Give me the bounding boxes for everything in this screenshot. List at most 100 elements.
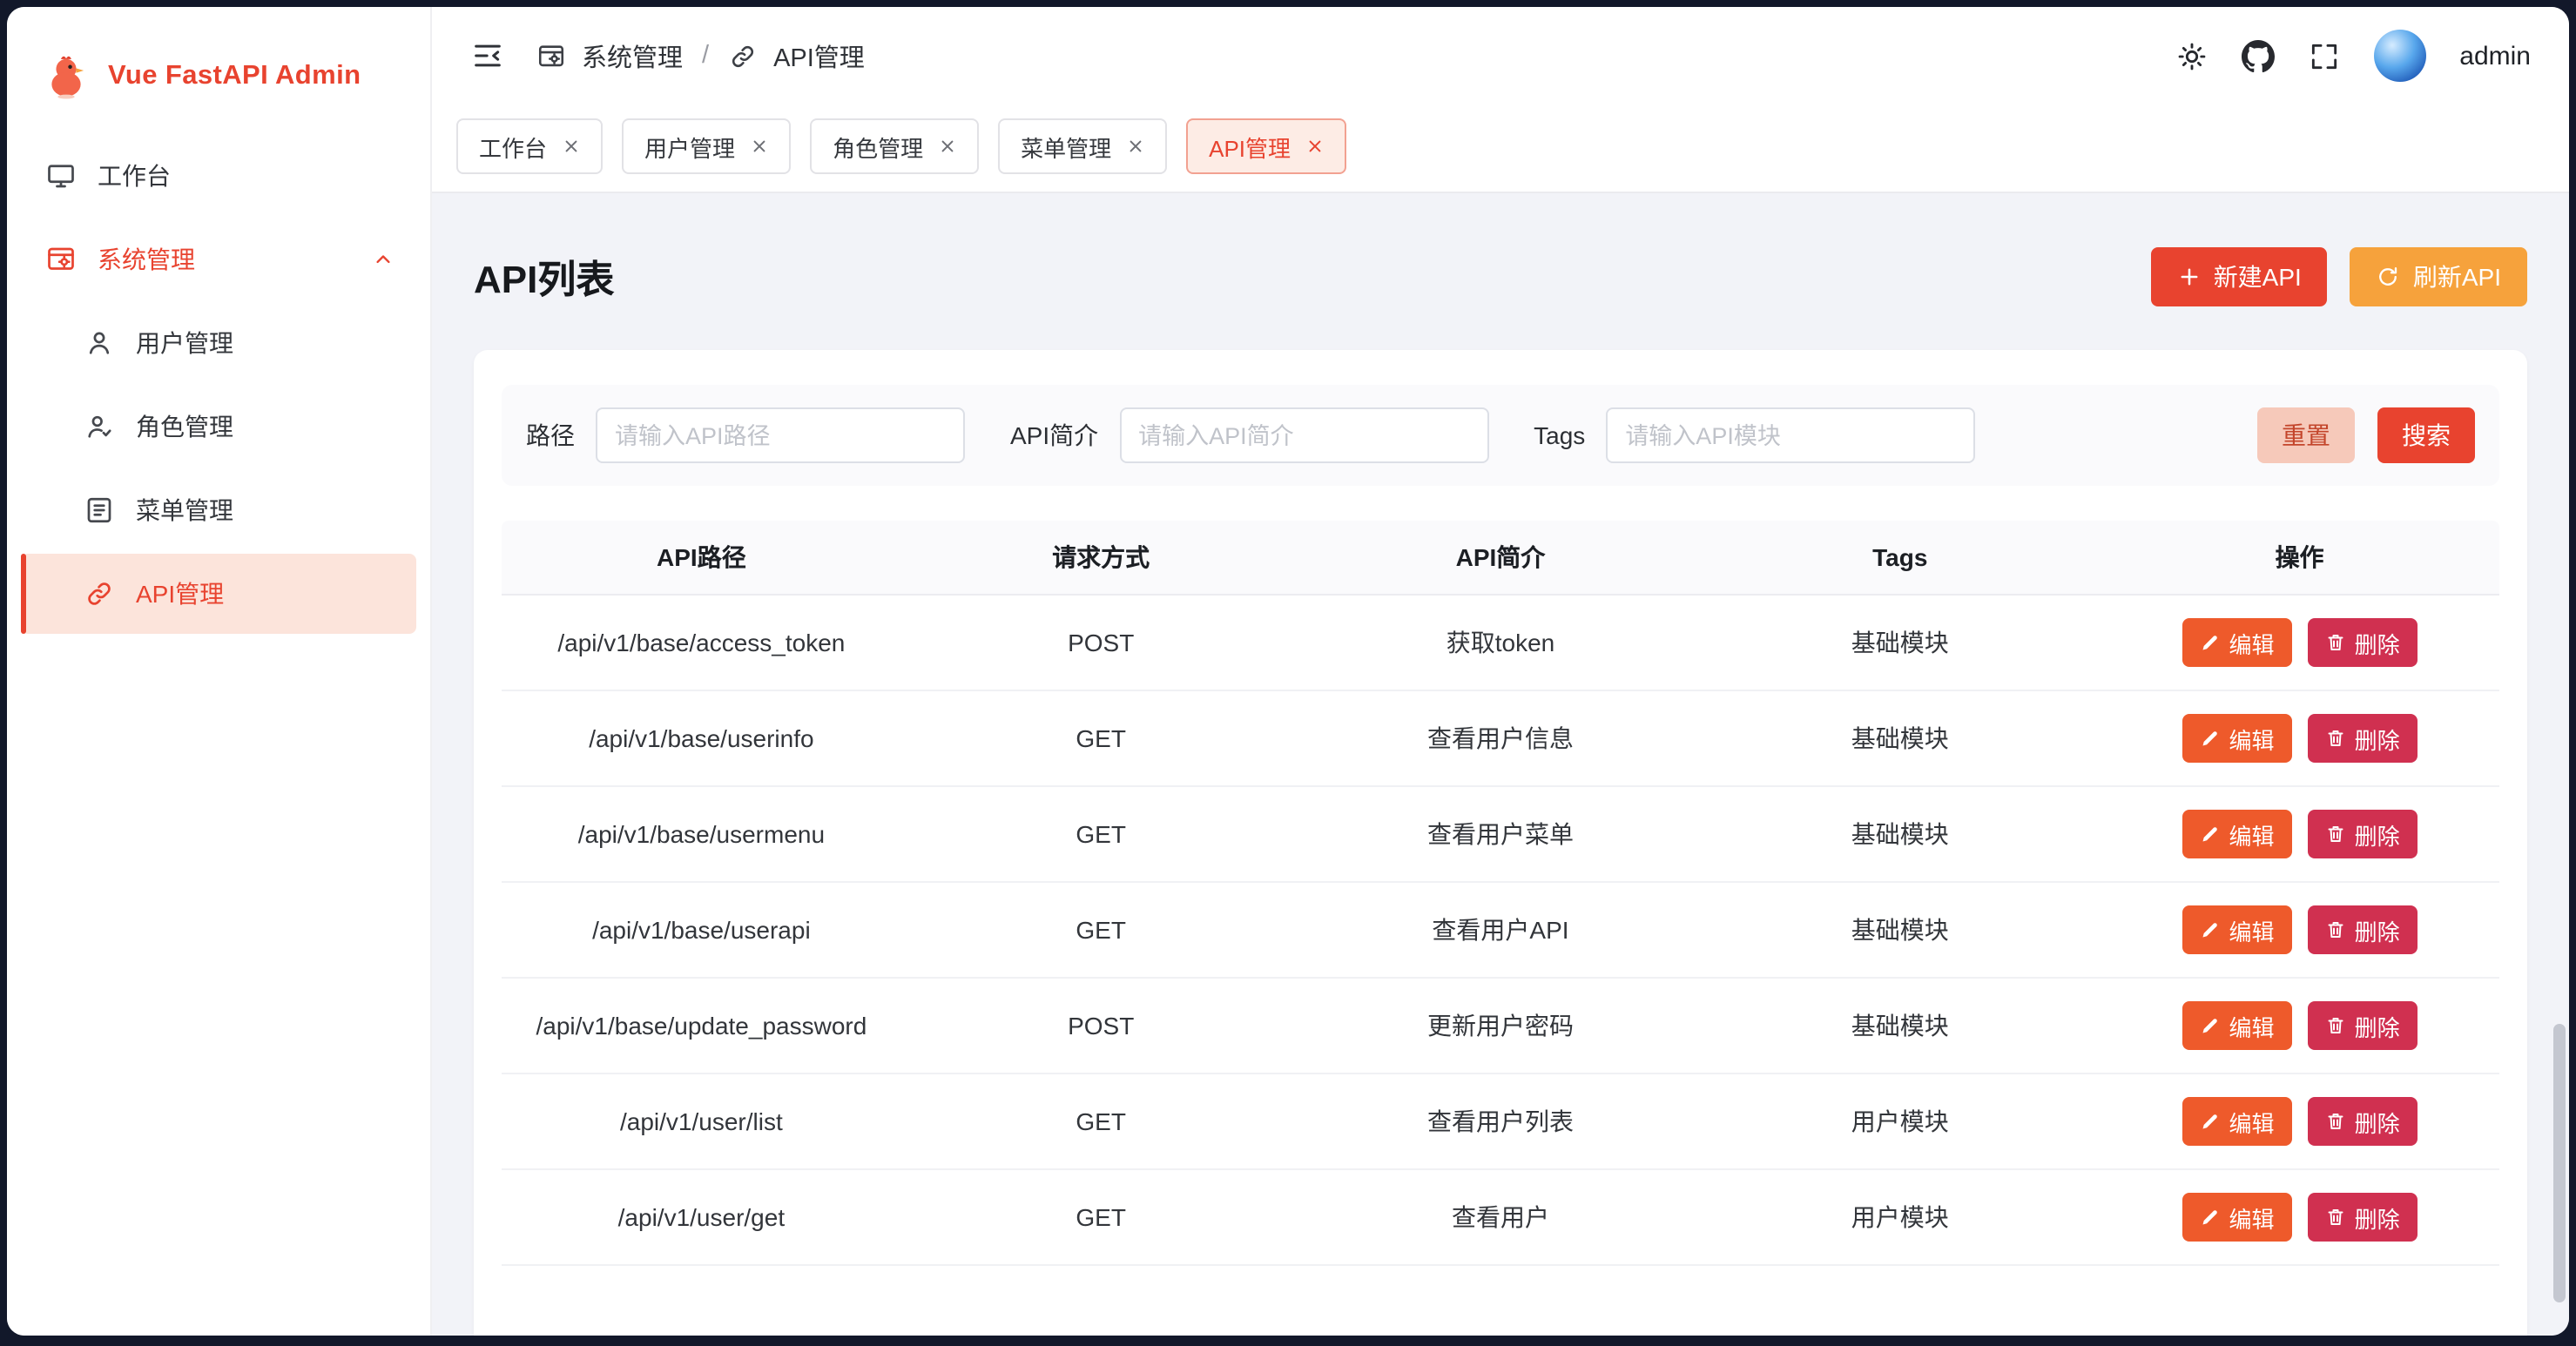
close-icon[interactable] <box>939 138 956 155</box>
tab-menus[interactable]: 菜单管理 <box>998 118 1167 174</box>
brand: Vue FastAPI Admin <box>7 21 430 132</box>
username: admin <box>2459 41 2531 71</box>
summary-cell: 获取token <box>1301 625 1701 660</box>
topbar: 系统管理 / API管理 <box>432 7 2569 104</box>
trash-icon <box>2325 919 2346 940</box>
table-row: /api/v1/user/list GET 查看用户列表 用户模块 编辑 <box>502 1074 2499 1170</box>
close-icon[interactable] <box>751 138 768 155</box>
path-input[interactable] <box>596 407 965 463</box>
refresh-api-button[interactable]: 刷新API <box>2350 247 2527 306</box>
trash-icon <box>2325 728 2346 749</box>
breadcrumb-parent[interactable]: 系统管理 <box>582 37 683 74</box>
edit-button[interactable]: 编辑 <box>2182 714 2292 763</box>
filter-summary: API简介 <box>1010 407 1488 463</box>
tags-cell: 基础模块 <box>1700 1008 2100 1043</box>
breadcrumb-separator: / <box>702 42 709 70</box>
sidebar-item-workbench[interactable]: 工作台 <box>21 136 416 216</box>
edit-label: 编辑 <box>2229 1201 2275 1234</box>
sidebar-item-label: 工作台 <box>98 158 171 193</box>
delete-button[interactable]: 删除 <box>2308 810 2418 858</box>
edit-button[interactable]: 编辑 <box>2182 1193 2292 1242</box>
delete-button[interactable]: 删除 <box>2308 618 2418 667</box>
avatar[interactable] <box>2374 30 2426 82</box>
search-button[interactable]: 搜索 <box>2377 407 2475 463</box>
sidebar-item-label: 系统管理 <box>98 242 195 277</box>
tags-cell: 用户模块 <box>1700 1104 2100 1139</box>
edit-label: 编辑 <box>2229 913 2275 946</box>
sidebar-item-api[interactable]: API管理 <box>21 554 416 634</box>
sidebar-item-system[interactable]: 系统管理 <box>21 219 416 299</box>
tab-label: API管理 <box>1209 130 1291 163</box>
theme-sun-icon[interactable] <box>2175 39 2208 72</box>
pencil-icon <box>2200 824 2221 845</box>
summary-label: API简介 <box>1010 418 1098 453</box>
close-icon[interactable] <box>1306 138 1324 155</box>
edit-button[interactable]: 编辑 <box>2182 810 2292 858</box>
delete-button[interactable]: 删除 <box>2308 905 2418 954</box>
row-actions: 编辑 删除 <box>2100 905 2499 954</box>
main-content: API列表 新建API <box>432 193 2569 1336</box>
sidebar-item-roles[interactable]: 角色管理 <box>21 387 416 467</box>
sidebar: Vue FastAPI Admin 工作台 <box>7 7 432 1336</box>
row-actions: 编辑 删除 <box>2100 1001 2499 1050</box>
api-table: API路径 请求方式 API简介 Tags 操作 /api/v1/base/ac… <box>502 521 2499 1266</box>
screen: Vue FastAPI Admin 工作台 <box>0 0 2576 1346</box>
delete-button[interactable]: 删除 <box>2308 1193 2418 1242</box>
filter-tags: Tags <box>1534 407 1975 463</box>
sidebar-menu: 工作台 系统管理 <box>7 132 430 641</box>
github-icon[interactable] <box>2242 39 2275 72</box>
sidebar-item-users[interactable]: 用户管理 <box>21 303 416 383</box>
tags-cell: 基础模块 <box>1700 625 2100 660</box>
tab-api[interactable]: API管理 <box>1186 118 1346 174</box>
sidebar-item-label: 菜单管理 <box>136 493 233 528</box>
fullscreen-icon[interactable] <box>2308 39 2341 72</box>
summary-input[interactable] <box>1119 407 1488 463</box>
chevron-up-icon <box>371 247 395 272</box>
row-actions: 编辑 删除 <box>2100 1193 2499 1242</box>
summary-cell: 查看用户菜单 <box>1301 817 1701 851</box>
edit-button[interactable]: 编辑 <box>2182 1097 2292 1146</box>
api-path-cell: /api/v1/base/usermenu <box>502 820 901 848</box>
edit-button[interactable]: 编辑 <box>2182 1001 2292 1050</box>
edit-button[interactable]: 编辑 <box>2182 618 2292 667</box>
create-api-button[interactable]: 新建API <box>2151 247 2328 306</box>
delete-label: 删除 <box>2355 913 2400 946</box>
delete-button[interactable]: 删除 <box>2308 1001 2418 1050</box>
table-row: /api/v1/base/update_password POST 更新用户密码… <box>502 979 2499 1074</box>
sidebar-item-label: 用户管理 <box>136 326 233 360</box>
edit-label: 编辑 <box>2229 818 2275 851</box>
row-actions: 编辑 删除 <box>2100 1097 2499 1146</box>
summary-cell: 查看用户列表 <box>1301 1104 1701 1139</box>
topbar-actions: admin <box>2175 30 2531 82</box>
close-icon[interactable] <box>1127 138 1144 155</box>
tab-users[interactable]: 用户管理 <box>622 118 791 174</box>
app-window: Vue FastAPI Admin 工作台 <box>7 7 2569 1336</box>
tags-input[interactable] <box>1606 407 1975 463</box>
sidebar-fold-icon[interactable] <box>470 38 505 73</box>
breadcrumb-current[interactable]: API管理 <box>773 37 865 74</box>
breadcrumb: 系统管理 / API管理 <box>536 37 865 74</box>
delete-label: 删除 <box>2355 626 2400 659</box>
monitor-icon <box>45 160 77 192</box>
tab-label: 工作台 <box>479 130 547 163</box>
trash-icon <box>2325 632 2346 653</box>
tab-roles[interactable]: 角色管理 <box>810 118 979 174</box>
delete-button[interactable]: 删除 <box>2308 1097 2418 1146</box>
tab-workbench[interactable]: 工作台 <box>456 118 603 174</box>
api-path-cell: /api/v1/base/userinfo <box>502 724 901 752</box>
edit-button[interactable]: 编辑 <box>2182 905 2292 954</box>
api-path-cell: /api/v1/user/list <box>502 1107 901 1135</box>
delete-button[interactable]: 删除 <box>2308 714 2418 763</box>
tags-cell: 用户模块 <box>1700 1200 2100 1235</box>
menu-list-icon <box>84 495 115 526</box>
reset-button[interactable]: 重置 <box>2257 407 2355 463</box>
vertical-scrollbar[interactable] <box>2553 1024 2566 1302</box>
filter-actions: 重置 搜索 <box>2257 407 2475 463</box>
tags-label: Tags <box>1534 421 1585 449</box>
delete-label: 删除 <box>2355 722 2400 755</box>
table-row: /api/v1/base/usermenu GET 查看用户菜单 基础模块 编辑 <box>502 787 2499 883</box>
plus-icon <box>2177 265 2202 289</box>
content-column: 系统管理 / API管理 <box>432 7 2569 1336</box>
sidebar-item-menus[interactable]: 菜单管理 <box>21 470 416 550</box>
close-icon[interactable] <box>563 138 580 155</box>
